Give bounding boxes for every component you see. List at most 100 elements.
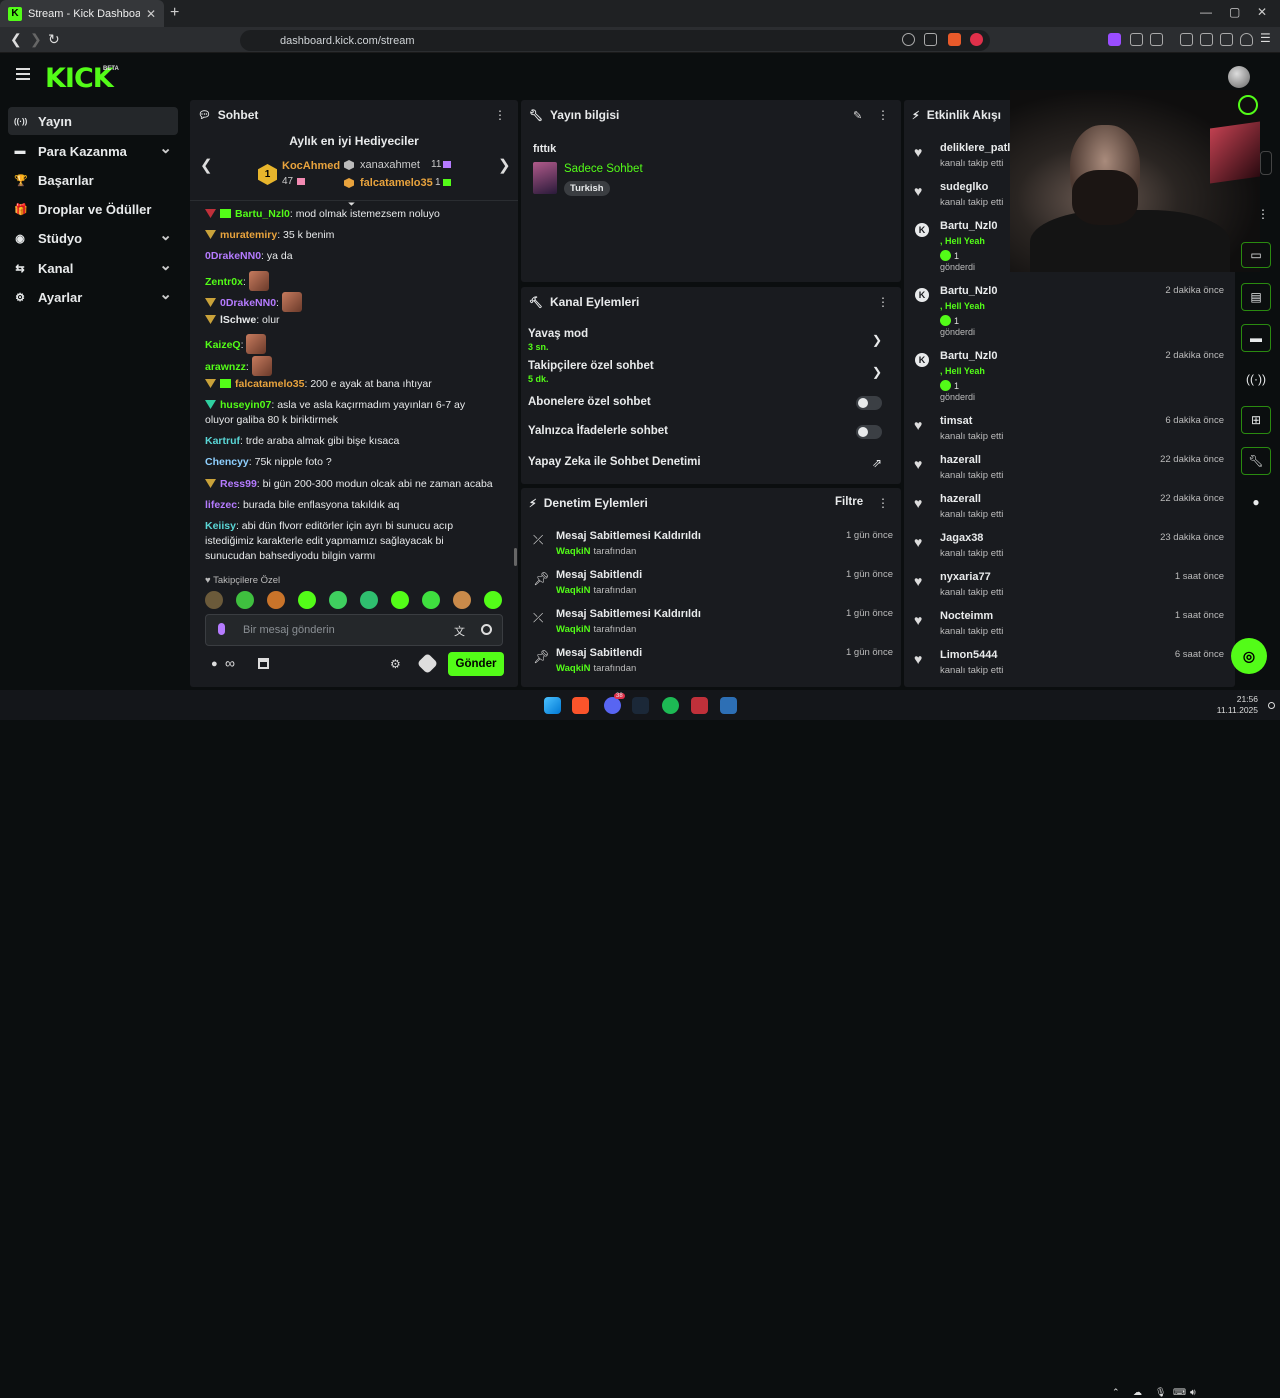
event-username[interactable]: timsat: [940, 415, 972, 427]
event-username[interactable]: hazerall: [940, 493, 981, 505]
chat-username[interactable]: huseyin07: [220, 399, 271, 411]
volume-icon[interactable]: 🔊︎: [1190, 1387, 1196, 1398]
microphone-icon[interactable]: [218, 623, 225, 635]
chevron-right-icon[interactable]: ❯: [872, 365, 882, 379]
reload-icon[interactable]: ↻: [48, 31, 60, 48]
store-icon[interactable]: [258, 658, 269, 669]
brave-browser-icon[interactable]: [572, 697, 589, 714]
toggle-switch[interactable]: [856, 425, 882, 439]
scroll-handle[interactable]: [1260, 151, 1272, 175]
event-username[interactable]: Bartu_Nzl0: [940, 220, 997, 232]
mic-tray-icon[interactable]: 🎙︎: [1155, 1387, 1166, 1398]
extension-icon[interactable]: [1108, 33, 1121, 46]
chevron-down-icon[interactable]: ⌄: [159, 285, 172, 303]
emote-6-icon[interactable]: [360, 591, 378, 609]
chat-username[interactable]: Keiisy: [205, 520, 236, 532]
emote-3-icon[interactable]: [267, 591, 285, 609]
event-username[interactable]: nyxaria77: [940, 571, 991, 583]
sidebar-item-5[interactable]: ◉ Stüdyo ⌄: [8, 224, 178, 252]
leo-ai-icon[interactable]: [1220, 33, 1233, 46]
chat-username[interactable]: Bartu_Nzl0: [235, 208, 290, 220]
top-gifter-name[interactable]: KocAhmed: [282, 160, 340, 172]
discord-icon[interactable]: [604, 697, 621, 714]
channel-action-row[interactable]: Yapay Zeka ile Sohbet Denetimi ⇗: [528, 456, 888, 470]
avatar[interactable]: [1228, 66, 1250, 88]
broadcast-tool-icon[interactable]: ((·)): [1241, 365, 1271, 393]
event-username[interactable]: Limon5444: [940, 649, 997, 661]
chat-input[interactable]: Bir mesaj gönderin 文: [205, 614, 503, 646]
gifter-2-name[interactable]: xanaxahmet: [360, 159, 420, 171]
channel-action-row[interactable]: Yalnızca İfadelerle sohbet: [528, 425, 888, 439]
steam-icon[interactable]: [632, 697, 649, 714]
sidebar-item-7[interactable]: ⚙ Ayarlar ⌄: [8, 283, 178, 311]
translate-icon[interactable]: 文: [454, 623, 465, 639]
channel-actions-menu-icon[interactable]: ⋮: [877, 295, 889, 309]
event-username[interactable]: sudeglko: [940, 181, 988, 193]
chat-username[interactable]: Zentr0x: [205, 276, 243, 288]
gifter-3-name[interactable]: falcatamelo35: [360, 177, 433, 189]
brave-shields-icon[interactable]: [948, 33, 961, 46]
tray-chevron-icon[interactable]: ⌃: [1112, 1387, 1120, 1398]
event-username[interactable]: hazerall: [940, 454, 981, 466]
chat-username[interactable]: lSchwe: [220, 314, 256, 326]
mod-actions-menu-icon[interactable]: ⋮: [877, 496, 889, 510]
forward-icon[interactable]: ❯: [30, 31, 42, 48]
wallet-icon[interactable]: [1200, 33, 1213, 46]
emote-5-icon[interactable]: [329, 591, 347, 609]
chat-scrollbar[interactable]: [514, 548, 517, 566]
chat-username[interactable]: Chencyy: [205, 456, 249, 468]
chat-menu-icon[interactable]: ⋮: [494, 108, 506, 122]
support-chat-button[interactable]: ◎: [1231, 638, 1267, 674]
chat-username[interactable]: falcatamelo35: [235, 378, 304, 390]
event-username[interactable]: deliklere_patla: [940, 142, 1016, 154]
chevron-down-icon[interactable]: ⌄: [159, 139, 172, 157]
chat-settings-gear-icon[interactable]: ⚙: [390, 657, 401, 671]
chat-username[interactable]: Kartruf: [205, 435, 240, 447]
event-username[interactable]: Jagax38: [940, 532, 983, 544]
notes-tool-button[interactable]: ▤: [1241, 283, 1271, 311]
gifters-prev-icon[interactable]: ❮: [200, 156, 213, 174]
chevron-down-icon[interactable]: ⌄: [159, 256, 172, 274]
emote-10-icon[interactable]: [484, 591, 502, 609]
emote-7-icon[interactable]: [391, 591, 409, 609]
zoom-icon[interactable]: [902, 33, 915, 46]
event-username[interactable]: Nocteimm: [940, 610, 993, 622]
edit-icon[interactable]: ✎: [853, 109, 862, 122]
sidebar-item-4[interactable]: 🎁 Droplar ve Ödüller: [8, 195, 178, 223]
chat-username[interactable]: 0DrakeNN0: [220, 297, 276, 309]
close-tab-icon[interactable]: ✕: [146, 7, 156, 21]
filter-button[interactable]: Filtre: [835, 496, 863, 508]
sidebar-toggle-icon[interactable]: [1150, 33, 1163, 46]
maximize-icon[interactable]: ▢: [1229, 5, 1240, 19]
emote-8-icon[interactable]: [422, 591, 440, 609]
event-username[interactable]: Bartu_Nzl0: [940, 350, 997, 362]
music-icon[interactable]: [1180, 33, 1193, 46]
wrench-tool-button[interactable]: 🔧︎: [1241, 447, 1271, 475]
chat-username[interactable]: KaizeQ: [205, 339, 241, 351]
sidebar-item-6[interactable]: ⇆ Kanal ⌄: [8, 254, 178, 282]
layout-tool-button[interactable]: ⊞: [1241, 406, 1271, 434]
menu-icon[interactable]: ☰: [1260, 31, 1271, 45]
channel-action-row[interactable]: Takipçilere özel sohbet 5 dk. ❯: [528, 360, 888, 384]
channel-action-row[interactable]: Abonelere özel sohbet: [528, 396, 888, 410]
tool-button-top[interactable]: ▭: [1241, 242, 1271, 268]
channel-action-row[interactable]: Yavaş mod 3 sn. ❯: [528, 328, 888, 352]
address-bar[interactable]: dashboard.kick.com/stream: [240, 30, 990, 51]
points-tool-icon[interactable]: ●: [1241, 488, 1271, 516]
brave-rewards-icon[interactable]: [970, 33, 983, 46]
chevron-down-icon[interactable]: ⌄: [159, 226, 172, 244]
chat-username[interactable]: lifezec: [205, 499, 237, 511]
gifters-next-icon[interactable]: ❯: [498, 156, 511, 174]
window-close-icon[interactable]: ✕: [1257, 5, 1267, 19]
sidebar-item-2[interactable]: ▬ Para Kazanma ⌄: [8, 137, 178, 165]
back-icon[interactable]: ❮: [10, 31, 22, 48]
emote-4-icon[interactable]: [298, 591, 316, 609]
new-tab-button[interactable]: +: [170, 4, 179, 22]
moderator-name[interactable]: WaqkiN: [556, 663, 590, 674]
chat-username[interactable]: Ress99: [220, 478, 257, 490]
category-name[interactable]: Sadece Sohbet: [564, 163, 643, 175]
browser-tab[interactable]: K Stream - Kick Dashboard ✕: [0, 0, 164, 27]
share-icon[interactable]: [924, 33, 937, 46]
hamburger-menu-icon[interactable]: [16, 68, 30, 83]
chat-username[interactable]: muratemiry: [220, 229, 277, 241]
